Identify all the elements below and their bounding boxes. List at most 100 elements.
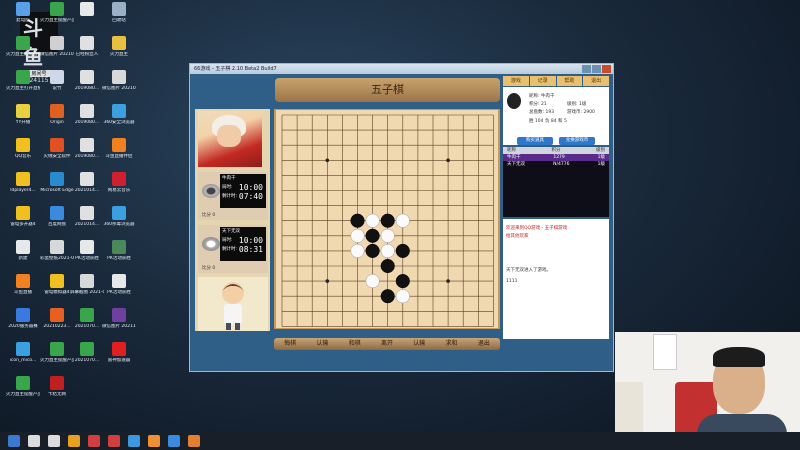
panel-tab[interactable]: 退出 [583, 76, 609, 86]
buy-items-button[interactable]: 购买道具 [517, 137, 553, 145]
minimize-button[interactable] [582, 65, 591, 73]
desktop-icon[interactable]: 雷电多开器4 [6, 206, 40, 227]
panel-tab[interactable]: 游戏 [503, 76, 529, 86]
desktop-icon[interactable]: 已经粉丝人 [70, 36, 104, 57]
store-icon[interactable] [108, 435, 120, 447]
desktop-icon[interactable]: PK活动获胜 [102, 240, 136, 261]
close-button[interactable] [602, 65, 611, 73]
qq-icon[interactable] [168, 435, 180, 447]
desktop-icon[interactable]: 微信图片 2021042... [102, 70, 136, 91]
desktop-icon[interactable]: 微信图片 20211103... [102, 308, 136, 329]
panel-tab[interactable]: 帮助 [556, 76, 583, 86]
desktop-icon-label: 火力直主提醒产品(正规) [6, 392, 40, 397]
desktop-icon-label: 2021014... [74, 188, 100, 193]
desktop-icon-label: 2019080... [74, 120, 100, 125]
player-row[interactable]: 牛肉干 1279 1级 [503, 154, 609, 161]
photo-icon[interactable] [148, 435, 160, 447]
desktop-icon[interactable]: 火力直主提醒产品2020-... [40, 2, 74, 23]
white-stone [350, 243, 365, 258]
desktop-icon[interactable]: icon_mico... [6, 342, 40, 363]
game-button[interactable]: 认输 [316, 338, 328, 350]
desktop-icon[interactable]: 此电脑 [6, 2, 40, 23]
desktop-icon-label: 2019080... [74, 86, 100, 91]
desktop-icon[interactable]: 火力直主提醒产品(正规) [6, 376, 40, 397]
desktop-icon[interactable]: 2021014... [70, 206, 104, 227]
game-button[interactable]: 悔棋 [284, 338, 296, 350]
desktop-icon[interactable]: 百度网盘 [40, 206, 74, 227]
chrome-icon[interactable] [68, 435, 80, 447]
exchange-coins-button[interactable]: 兑换游戏币 [559, 137, 595, 145]
desktop-icon[interactable]: 火力直主打开直播 [6, 70, 40, 91]
desktop-icon-label: 微信图片 2021041... [40, 52, 74, 57]
star-point [446, 279, 450, 283]
white-stone [395, 213, 410, 228]
game-button[interactable]: 求和 [446, 338, 458, 350]
desktop-icon[interactable]: 2019080... [70, 104, 104, 125]
desktop-icon-label: 彩蛋壁纸2021-05-01.bmp [40, 256, 74, 261]
app-icon [50, 342, 64, 356]
desktop-icon[interactable]: 彩蛋壁纸2021-05-01.bmp [40, 240, 74, 261]
desktop-icon[interactable]: PK活动获胜 [70, 240, 104, 261]
desktop-icon[interactable]: ldplayer4... [6, 172, 40, 193]
taskview-icon[interactable] [48, 435, 60, 447]
desktop-icon[interactable]: 2020服务器赛 [6, 308, 40, 329]
desktop-icon-label: 微信图片 20211103... [102, 324, 136, 329]
search-icon[interactable] [28, 435, 40, 447]
panel-tab[interactable]: 记录 [529, 76, 556, 86]
desktop-icon[interactable]: Microsoft Edge [40, 172, 74, 193]
desktop-icon[interactable]: 火绒安全软件 [40, 138, 74, 159]
desktop-icon[interactable]: 360杀毒浏览器 [102, 206, 136, 227]
desktop-icon[interactable]: 20210223... [40, 308, 74, 329]
maximize-button[interactable] [592, 65, 601, 73]
start-icon[interactable] [8, 435, 20, 447]
player-row[interactable]: 天下无双 N/4776 1级 [503, 161, 609, 168]
list-header: 昵称 [507, 148, 516, 153]
desktop-icon[interactable]: PK活动获胜 [102, 274, 136, 295]
desktop-icon[interactable]: 雷神加速器 [102, 342, 136, 363]
taskbar [0, 432, 800, 450]
desktop-icon[interactable]: 新建 [6, 240, 40, 261]
weibo-icon[interactable] [88, 435, 100, 447]
app-icon[interactable] [128, 435, 140, 447]
game-icon[interactable] [188, 435, 200, 447]
app-icon [16, 376, 30, 390]
desktop-icon[interactable]: 回收站 [102, 2, 136, 23]
desktop-icon[interactable]: 雷电模拟器4 [40, 274, 74, 295]
desktop-icon[interactable]: 2021070... [70, 342, 104, 363]
desktop-icon-label: QQ音乐 [14, 154, 32, 159]
desktop-icon[interactable]: 屏幕截图 2021-07-... [70, 274, 104, 295]
desktop-icon[interactable]: 火力直主提醒直播开播-... [6, 36, 40, 57]
game-button[interactable]: 认输 [413, 338, 425, 350]
desktop-icon[interactable]: 2021070... [70, 308, 104, 329]
player2-name: 天下无双 [222, 229, 240, 234]
desktop-icon[interactable]: Origin [40, 104, 74, 125]
desktop-icon[interactable]: 360安全浏览器 [102, 104, 136, 125]
game-button[interactable]: 离开 [381, 338, 393, 350]
desktop-icon[interactable]: 说竹 [40, 70, 74, 91]
desktop-icon-label: 百度网盘 [48, 222, 66, 227]
game-banner: 五子棋 [275, 78, 500, 102]
desktop-icon[interactable]: 网易云音乐 [102, 172, 136, 193]
app-icon [80, 172, 94, 186]
desktop-icon[interactable]: 斗鱼直播伴侣 [102, 138, 136, 159]
game-button[interactable]: 退出 [478, 338, 490, 350]
star-point [446, 158, 450, 163]
desktop-icon[interactable]: QQ音乐 [6, 138, 40, 159]
desktop-icon[interactable]: 2019080... [70, 70, 104, 91]
desktop-icon[interactable]: YY开播 [6, 104, 40, 125]
gomoku-board[interactable] [274, 109, 500, 329]
desktop-icon[interactable]: 斗鱼直播 [6, 274, 40, 295]
player1-score: 比分 0 [202, 213, 216, 218]
desktop: 斗鱼 房间号 24115 此电脑火力直主提醒产品2020-...回收站火力直主提… [0, 0, 185, 432]
desktop-icon[interactable]: 火力直主 [102, 36, 136, 57]
desktop-icon[interactable]: 2019080... [70, 138, 104, 159]
desktop-icon[interactable] [70, 2, 104, 18]
game-button[interactable]: 和棋 [349, 338, 361, 350]
desktop-icon[interactable]: 卡结无网 [40, 376, 74, 397]
black-stone [380, 213, 395, 228]
desktop-icon-label: 雷电模拟器4 [44, 290, 70, 295]
desktop-icon[interactable]: 微信图片 2021041... [40, 36, 74, 57]
desktop-icon[interactable]: 2021014... [70, 172, 104, 193]
desktop-icon[interactable]: 火力直主提醒产品 [40, 342, 74, 363]
app-icon [112, 2, 126, 16]
